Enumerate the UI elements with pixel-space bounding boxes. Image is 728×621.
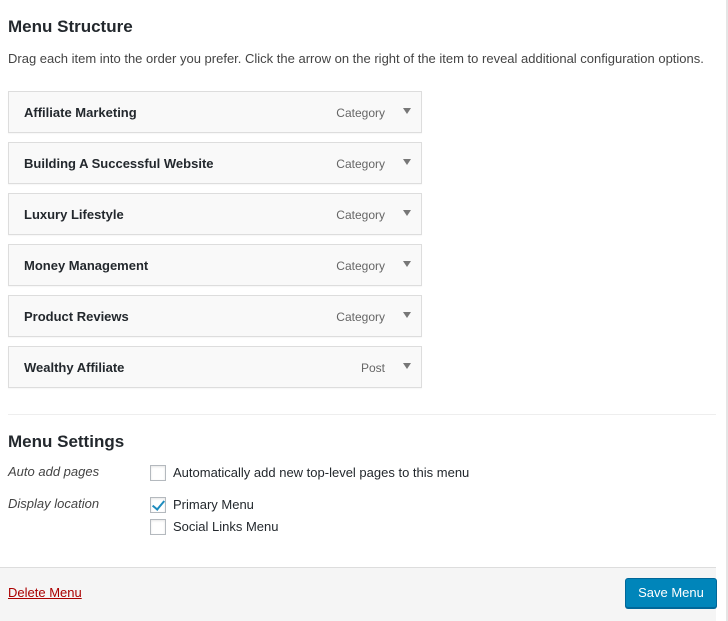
display-location-label: Display location xyxy=(8,496,100,511)
primary-menu-text[interactable]: Primary Menu xyxy=(173,496,254,514)
expand-arrow-icon[interactable] xyxy=(403,159,411,165)
save-menu-button[interactable]: Save Menu xyxy=(625,578,717,608)
expand-arrow-icon[interactable] xyxy=(403,108,411,114)
menu-item[interactable]: Money Management Category xyxy=(8,244,422,286)
menu-item[interactable]: Building A Successful Website Category xyxy=(8,142,422,184)
menu-item[interactable]: Affiliate Marketing Category xyxy=(8,91,422,133)
section-divider xyxy=(8,414,716,415)
auto-add-pages-label: Auto add pages xyxy=(8,464,100,479)
auto-add-pages-checkbox[interactable] xyxy=(150,465,166,481)
expand-arrow-icon[interactable] xyxy=(403,210,411,216)
social-links-menu-text[interactable]: Social Links Menu xyxy=(173,518,279,536)
expand-arrow-icon[interactable] xyxy=(403,261,411,267)
menu-item-type: Category xyxy=(336,157,385,171)
menu-item-type: Category xyxy=(336,310,385,324)
menu-item[interactable]: Wealthy Affiliate Post xyxy=(8,346,422,388)
menu-item-title: Product Reviews xyxy=(24,309,129,324)
menu-structure-title: Menu Structure xyxy=(8,17,133,36)
menu-item-list: Affiliate Marketing Category Building A … xyxy=(8,91,422,397)
menu-item[interactable]: Product Reviews Category xyxy=(8,295,422,337)
menu-item-type: Category xyxy=(336,208,385,222)
menu-item-type: Category xyxy=(336,259,385,273)
menu-item-title: Building A Successful Website xyxy=(24,156,214,171)
auto-add-pages-text[interactable]: Automatically add new top-level pages to… xyxy=(173,464,469,482)
menu-item-type: Post xyxy=(360,361,385,375)
checkmark-icon xyxy=(151,497,166,511)
primary-menu-checkbox[interactable] xyxy=(150,497,166,513)
menu-item-title: Money Management xyxy=(24,258,149,273)
menu-item-title: Wealthy Affiliate xyxy=(24,360,125,375)
social-links-menu-checkbox[interactable] xyxy=(150,519,166,535)
expand-arrow-icon[interactable] xyxy=(403,312,411,318)
menu-structure-instructions: Drag each item into the order you prefer… xyxy=(8,51,704,66)
menu-settings-title: Menu Settings xyxy=(8,432,125,451)
delete-menu-link[interactable]: Delete Menu xyxy=(8,584,82,602)
expand-arrow-icon[interactable] xyxy=(403,363,411,369)
menu-footer-bar xyxy=(0,567,716,621)
menu-item-type: Category xyxy=(336,106,385,120)
menu-item[interactable]: Luxury Lifestyle Category xyxy=(8,193,422,235)
menu-item-title: Affiliate Marketing xyxy=(24,105,137,120)
menu-item-title: Luxury Lifestyle xyxy=(24,207,124,222)
